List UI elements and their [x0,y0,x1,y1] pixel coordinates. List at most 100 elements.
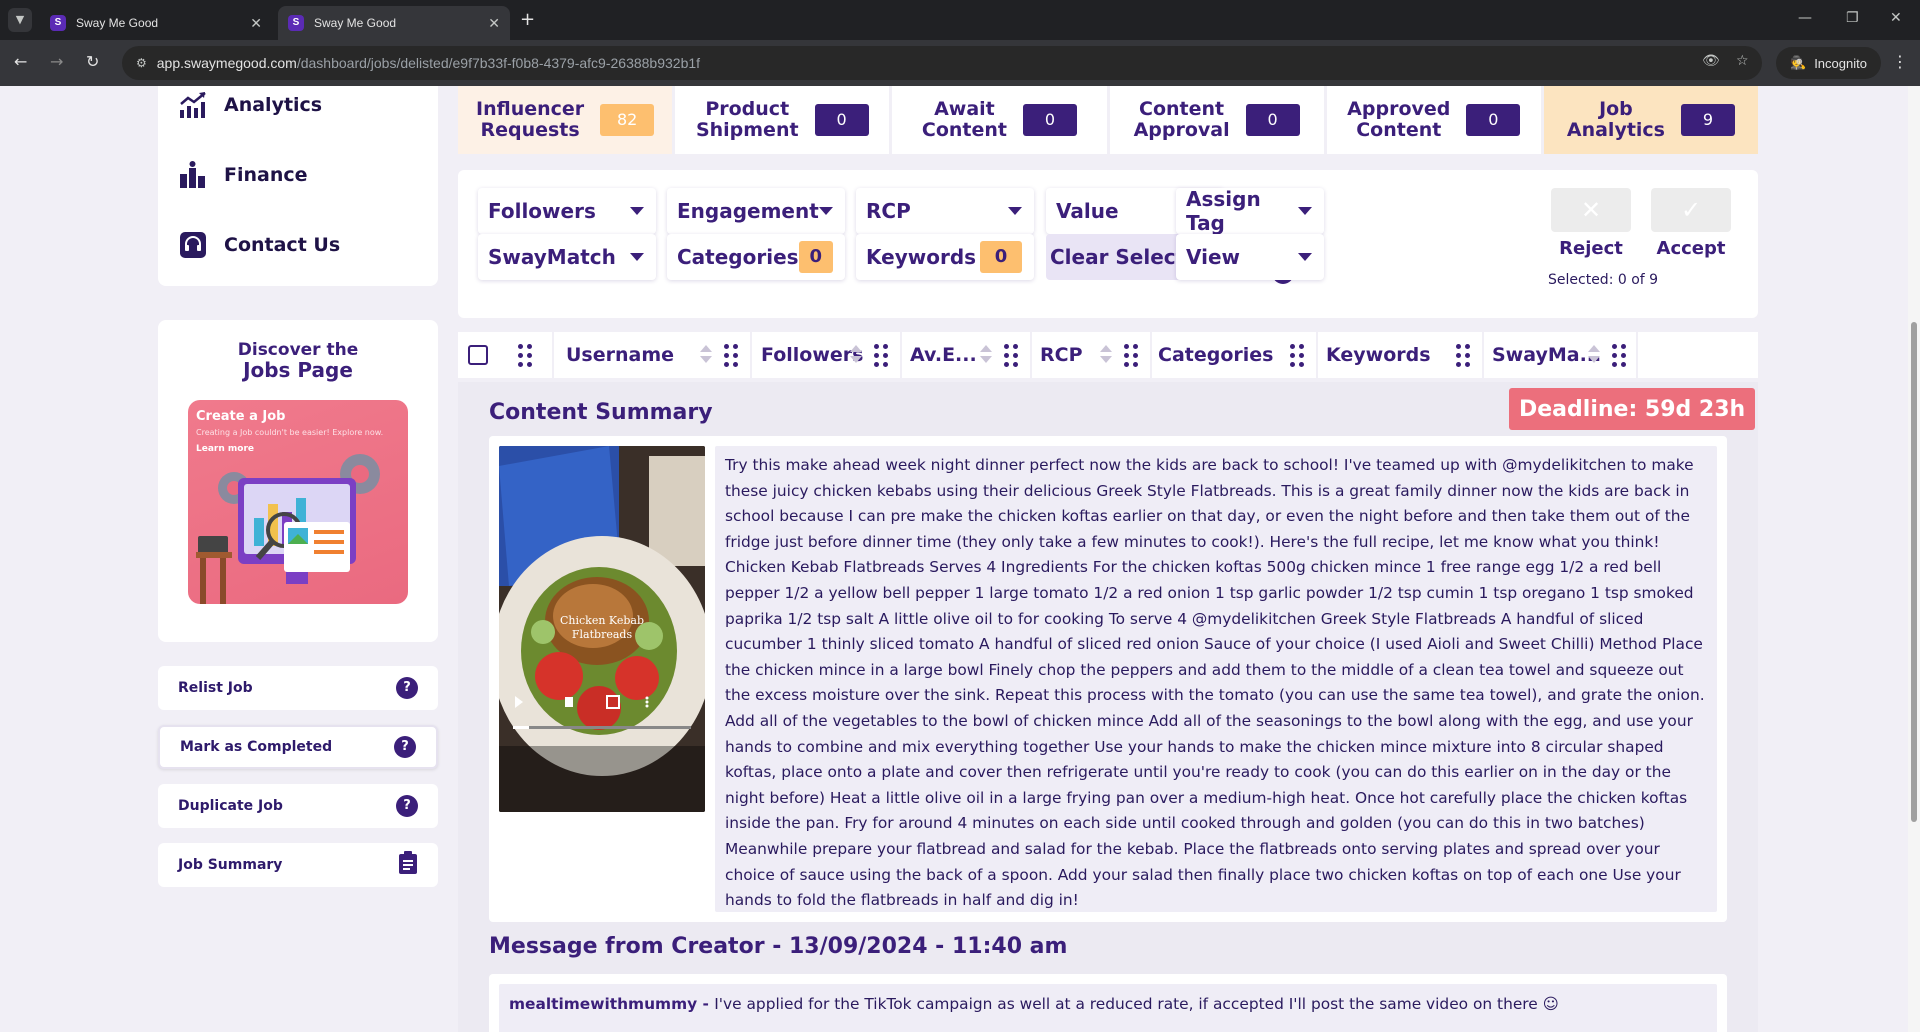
view-dropdown-label: View [1186,245,1241,269]
keywords-filter[interactable]: Keywords 0 [856,234,1034,280]
content-video-player[interactable]: Chicken Kebab Flatbreads [499,446,705,812]
select-all-checkbox[interactable] [468,345,488,365]
tab-search-button[interactable]: ▼ [8,8,32,32]
tab-count-badge: 0 [814,104,869,136]
sort-icon[interactable] [980,345,992,365]
creator-message: mealtimewithmummy - I've applied for the… [499,984,1717,1032]
column-keywords[interactable]: Keywords [1326,344,1431,366]
sidebar-item-contact-us[interactable]: Contact Us [178,230,340,260]
message-separator: - [697,995,715,1013]
back-icon[interactable]: ← [14,52,27,71]
drag-handle-icon[interactable] [1612,344,1626,367]
sort-icon[interactable] [1100,345,1112,365]
reload-icon[interactable]: ↻ [86,52,99,71]
column-rcp[interactable]: RCP [1040,344,1083,366]
question-icon[interactable]: ? [394,736,416,758]
eye-off-icon[interactable]: 👁 [1702,53,1720,69]
column-swaymatch[interactable]: SwayMa... [1492,344,1601,366]
page-scrollbar[interactable] [1908,86,1920,1032]
column-av-engagement[interactable]: Av.E... [910,344,977,366]
keywords-filter-label: Keywords [866,245,977,269]
forward-icon[interactable]: → [50,52,63,71]
tab-count-badge: 0 [1245,104,1300,136]
column-username[interactable]: Username [566,344,674,366]
tab-product-shipment[interactable]: Product Shipment 0 [675,86,893,154]
tab-await-content[interactable]: Await Content 0 [892,86,1110,154]
incognito-label: Incognito [1814,55,1867,71]
chevron-down-icon [1008,207,1022,215]
keywords-count-badge: 0 [980,241,1022,273]
incognito-icon: 🕵 [1790,55,1807,70]
followers-dropdown[interactable]: Followers [478,188,656,234]
mark-as-completed-button[interactable]: Mark as Completed ? [158,725,438,769]
tab-content-approval[interactable]: Content Approval 0 [1109,86,1327,154]
tab-approved-content[interactable]: Approved Content 0 [1326,86,1544,154]
creator-username[interactable]: mealtimewithmummy [509,995,697,1013]
drag-handle-icon[interactable] [724,344,738,367]
browser-menu-icon[interactable]: ⋮ [1892,52,1908,71]
column-divider [900,332,902,378]
tab-label: Content Approval [1133,98,1230,141]
minimize-icon[interactable]: — [1798,10,1812,26]
address-bar[interactable]: ⚙ app.swaymegood.com/dashboard/jobs/deli… [122,46,1762,80]
browser-tab[interactable]: S Sway Me Good ✕ [40,6,272,40]
question-icon[interactable]: ? [396,795,418,817]
sort-icon[interactable] [1588,345,1600,365]
swaymatch-dropdown[interactable]: SwayMatch [478,234,656,280]
url-path: /dashboard/jobs/delisted/e9f7b33f-f0b8-4… [296,55,701,71]
tab-influencer-requests[interactable]: Influencer Requests 82 [458,86,676,154]
close-tab-icon[interactable]: ✕ [488,15,500,32]
assign-tag-dropdown[interactable]: Assign Tag [1176,187,1324,235]
close-window-icon[interactable]: ✕ [1890,10,1902,26]
create-job-promo[interactable]: Create a Job Creating a Job couldn't be … [188,400,408,604]
relist-job-label: Relist Job [178,680,253,696]
sort-icon[interactable] [700,345,712,365]
view-dropdown[interactable]: View [1176,234,1324,280]
new-tab-icon[interactable]: + [520,9,535,30]
url-text: app.swaymegood.com/dashboard/jobs/delist… [157,55,700,71]
duplicate-job-button[interactable]: Duplicate Job ? [158,784,438,828]
restore-icon[interactable]: ❐ [1846,10,1859,26]
browser-tab-active[interactable]: S Sway Me Good ✕ [278,6,510,40]
duplicate-job-label: Duplicate Job [178,798,283,814]
reject-button[interactable]: ✕ [1551,188,1631,232]
video-caption: Chicken Kebab Flatbreads [559,614,644,641]
scrollbar-thumb[interactable] [1911,322,1917,822]
url-host: app.swaymegood.com [156,55,297,71]
bookmark-star-icon[interactable]: ☆ [1736,53,1749,69]
sidebar-item-finance[interactable]: Finance [178,160,308,190]
accept-button[interactable]: ✓ [1651,188,1731,232]
sidebar-item-analytics[interactable]: Analytics [178,90,322,120]
discover-title-line1: Discover the [237,340,359,360]
rcp-dropdown[interactable]: RCP [856,188,1034,234]
content-summary-card: Chicken Kebab Flatbreads Try this make a… [489,436,1727,922]
tab-job-analytics[interactable]: Job Analytics 9 [1543,86,1759,154]
job-summary-button[interactable]: Job Summary [158,843,438,887]
column-divider [1636,332,1638,378]
drag-handle-icon[interactable] [1124,344,1138,367]
job-summary-label: Job Summary [178,857,283,873]
incognito-badge[interactable]: 🕵 Incognito [1776,47,1881,79]
tab-count-badge: 0 [1022,104,1077,136]
column-divider [1482,332,1484,378]
site-info-icon[interactable]: ⚙ [136,56,147,70]
content-detail-panel: Content Summary Deadline: 59d 23h Chicke… [458,382,1758,1032]
categories-filter[interactable]: Categories 0 [667,234,845,280]
engagement-dropdown[interactable]: Engagement [667,188,845,234]
sort-icon[interactable] [850,345,862,365]
column-categories[interactable]: Categories [1158,344,1273,366]
drag-handle-icon[interactable] [874,344,888,367]
column-followers[interactable]: Followers [761,344,863,366]
question-icon[interactable]: ? [396,677,418,699]
tab-label: Await Content [921,98,1007,141]
drag-handle-icon[interactable] [1290,344,1304,367]
close-tab-icon[interactable]: ✕ [250,15,262,32]
finance-coins-icon [178,160,208,190]
chevron-down-icon [630,207,644,215]
drag-handle-icon[interactable] [1456,344,1470,367]
drag-handle-icon[interactable] [1004,344,1018,367]
tab-count-badge: 9 [1681,104,1735,136]
relist-job-button[interactable]: Relist Job ? [158,666,438,710]
content-summary-text: Try this make ahead week night dinner pe… [715,446,1717,912]
drag-handle-icon[interactable] [518,344,532,367]
